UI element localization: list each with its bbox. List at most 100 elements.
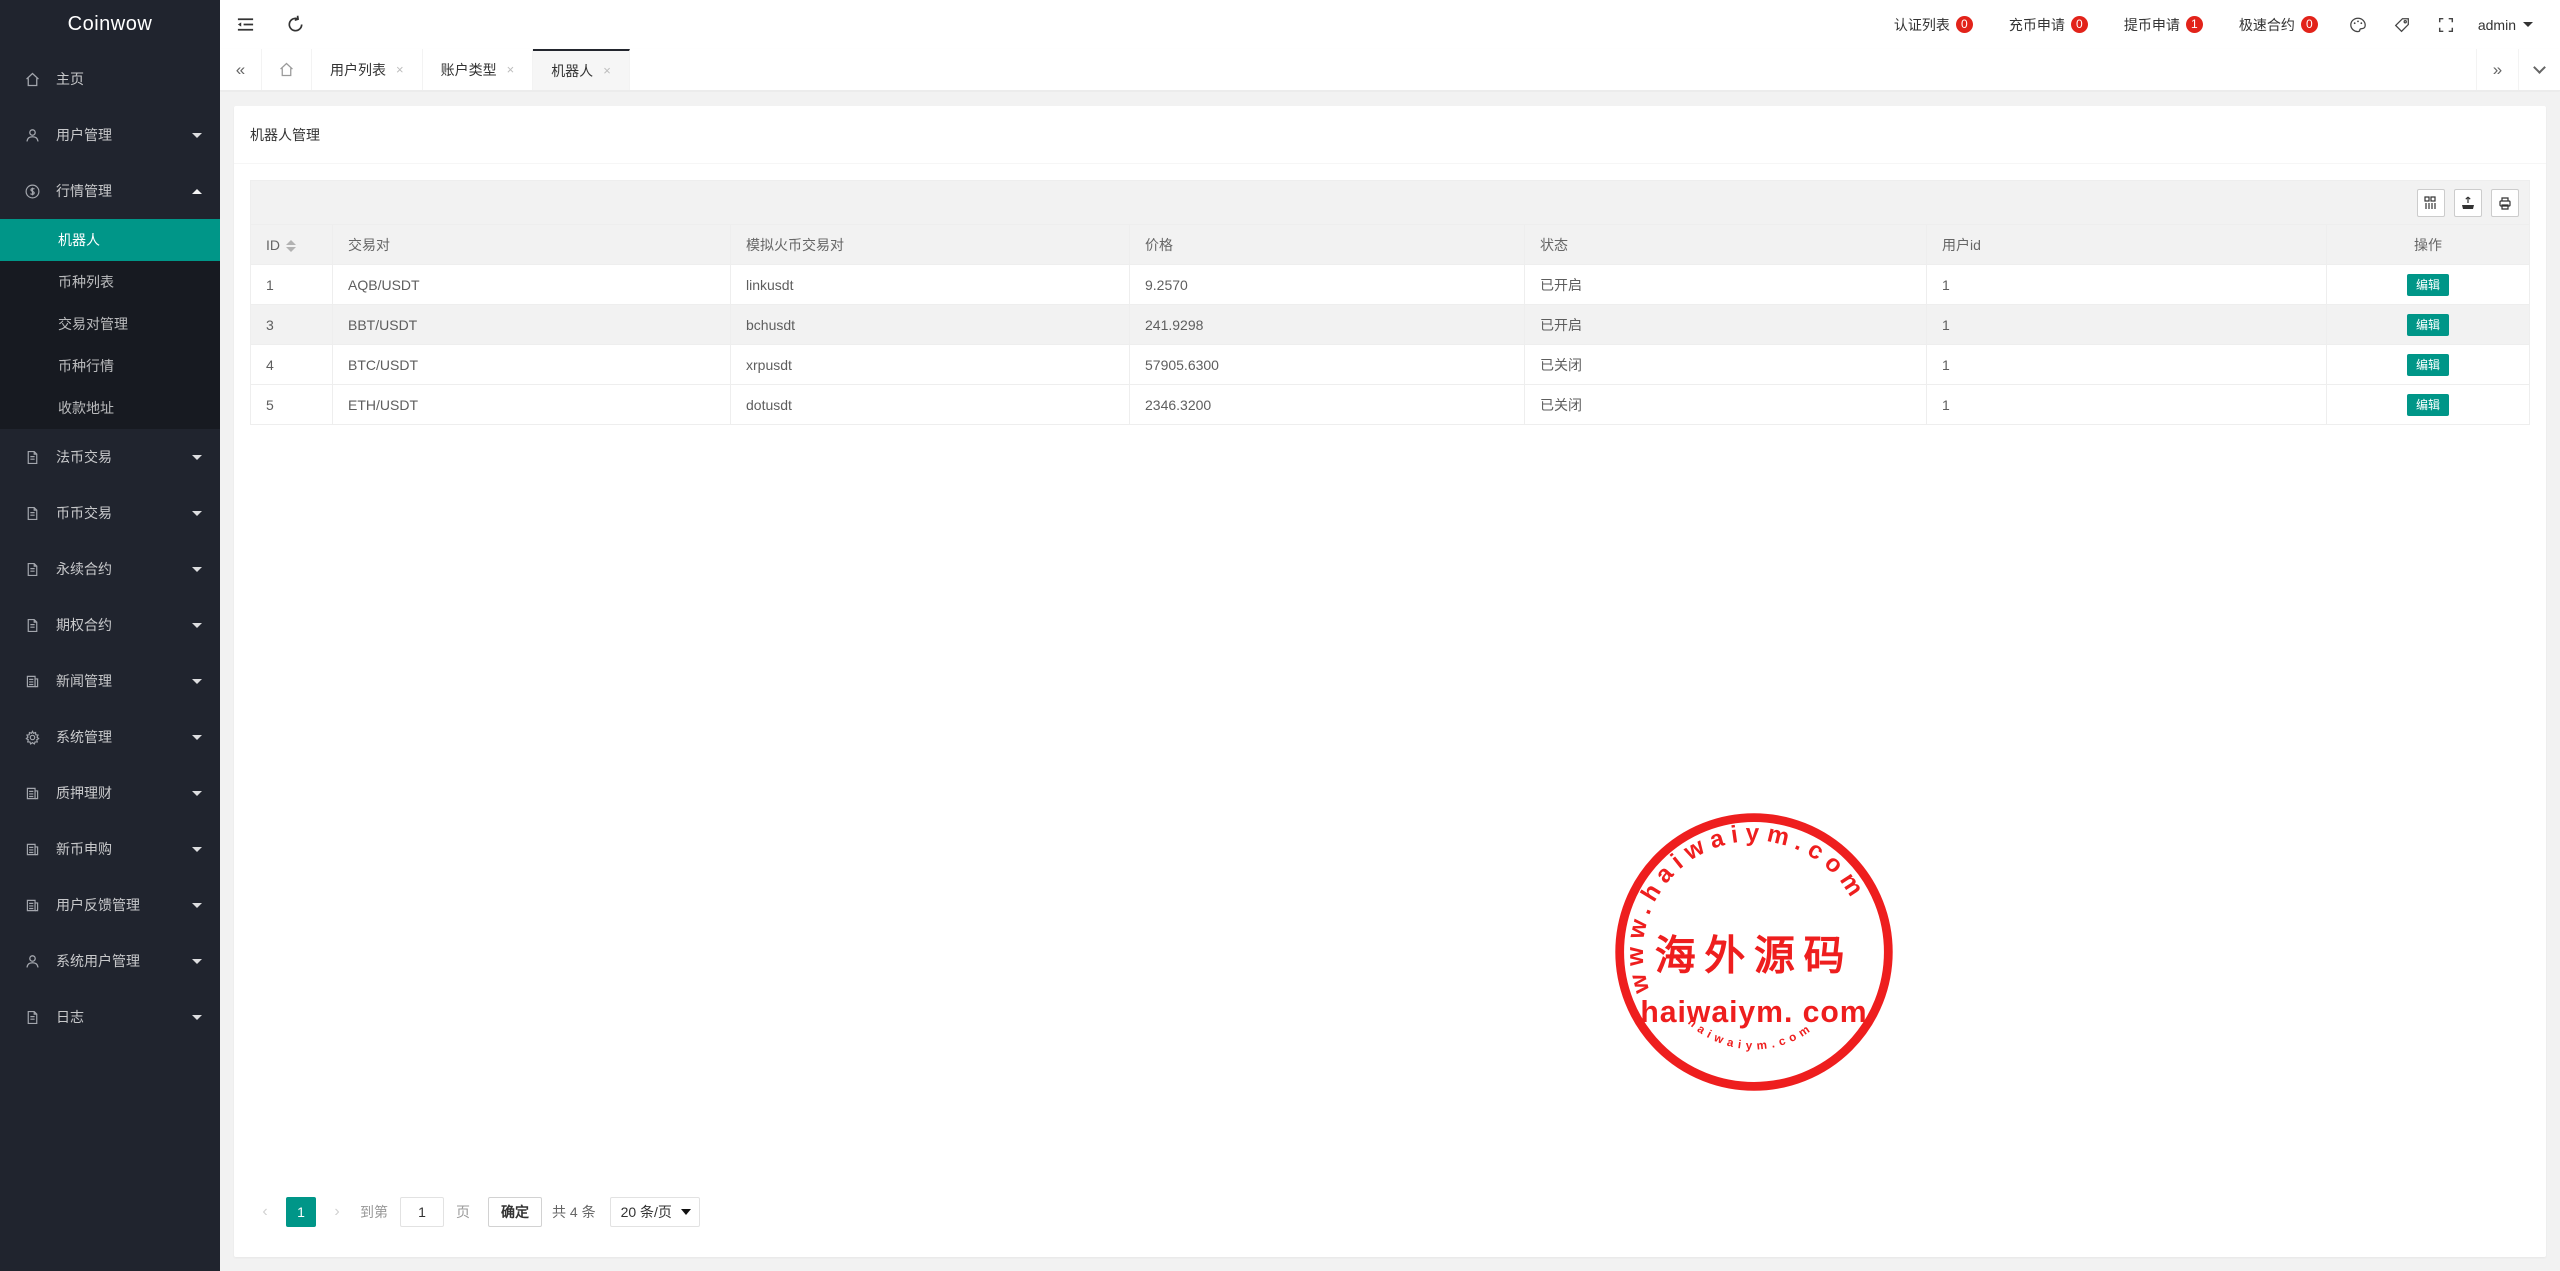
robot-management-card: 机器人管理 [234,106,2546,1257]
sidebar-item-perpetual[interactable]: 永续合约 [0,541,220,597]
sidebar-item-fiat-trade[interactable]: 法币交易 [0,429,220,485]
sidebar-item-system-users[interactable]: 系统用户管理 [0,933,220,989]
sidebar-item-receive-address[interactable]: 收款地址 [0,387,220,429]
content-area: 机器人管理 [220,92,2560,1271]
news-icon [22,783,42,803]
nav-label: 充币申请 [2009,15,2065,35]
tabs-menu-toggle[interactable] [2518,49,2560,90]
nav-label: 认证列表 [1894,15,1950,35]
home-tab[interactable] [262,49,312,90]
sidebar-item-new-coin[interactable]: 新币申购 [0,821,220,877]
col-actions: 操作 [2327,225,2530,265]
sidebar-item-market-mgmt[interactable]: 行情管理 [0,163,220,219]
current-page[interactable]: 1 [286,1197,316,1227]
badge-count: 0 [2071,16,2088,33]
chevron-down-icon [2523,22,2533,27]
cell-id: 1 [251,265,333,305]
cell-sim: linkusdt [731,265,1130,305]
chevron-down-icon [192,1015,202,1020]
cell-status: 已关闭 [1525,345,1927,385]
tabs-scroll-right[interactable]: » [2476,49,2518,90]
sidebar-item-label: 系统用户管理 [56,951,140,971]
sidebar-item-pair-mgmt[interactable]: 交易对管理 [0,303,220,345]
nav-auth-list[interactable]: 认证列表 0 [1876,0,1991,49]
prev-page-button[interactable]: ‹ [250,1197,280,1227]
edit-button[interactable]: 编辑 [2407,354,2449,376]
close-icon[interactable]: × [603,63,611,78]
nav-withdraw-requests[interactable]: 提币申请 1 [2106,0,2221,49]
sidebar-item-coin-list[interactable]: 币种列表 [0,261,220,303]
cell-sim: bchusdt [731,305,1130,345]
sidebar-item-robot[interactable]: 机器人 [0,219,220,261]
col-sim-pair: 模拟火币交易对 [731,225,1130,265]
fullscreen-icon[interactable] [2424,0,2468,49]
sort-icon[interactable] [286,240,296,252]
cell-uid: 1 [1927,385,2327,425]
sidebar-item-news[interactable]: 新闻管理 [0,653,220,709]
tab-label: 用户列表 [330,60,386,80]
cell-id: 3 [251,305,333,345]
cell-status: 已关闭 [1525,385,1927,425]
col-status: 状态 [1525,225,1927,265]
refresh-icon[interactable] [270,0,320,49]
edit-button[interactable]: 编辑 [2407,314,2449,336]
filter-columns-button[interactable] [2417,189,2445,217]
sidebar-item-label: 主页 [56,69,84,89]
sidebar-item-label: 日志 [56,1007,84,1027]
cell-pair: ETH/USDT [333,385,731,425]
close-icon[interactable]: × [507,62,515,77]
sidebar-item-label: 币币交易 [56,503,112,523]
document-icon [22,615,42,635]
col-id[interactable]: ID [251,225,333,265]
sidebar-item-label: 系统管理 [56,727,112,747]
edit-button[interactable]: 编辑 [2407,274,2449,296]
tabs-scroll-left[interactable]: « [220,49,262,90]
nav-label: 提币申请 [2124,15,2180,35]
edit-button[interactable]: 编辑 [2407,394,2449,416]
chevron-down-icon [192,847,202,852]
sidebar-item-pledge[interactable]: 质押理财 [0,765,220,821]
tab-account-type[interactable]: 账户类型 × [423,49,534,90]
user-icon [22,951,42,971]
sidebar-item-system[interactable]: 系统管理 [0,709,220,765]
page-size-select[interactable]: 20 条/页 [610,1197,700,1227]
export-button[interactable] [2454,189,2482,217]
sidebar: Coinwow 主页 用户管理 行情管理 机器人 币种列表 交易对管理 [0,0,220,1271]
table-row: 3 BBT/USDT bchusdt 241.9298 已开启 1 编辑 [251,305,2530,345]
nav-fast-contract[interactable]: 极速合约 0 [2221,0,2336,49]
next-page-button[interactable]: › [322,1197,352,1227]
sidebar-item-user-mgmt[interactable]: 用户管理 [0,107,220,163]
badge-count: 0 [2301,16,2318,33]
tab-robot[interactable]: 机器人 × [533,49,630,90]
table-header-row: ID 交易对 模拟火币交易对 价格 状态 用户id 操作 [251,225,2530,265]
cell-id: 4 [251,345,333,385]
cell-status: 已开启 [1525,305,1927,345]
chevron-up-icon [192,189,202,194]
tag-icon[interactable] [2380,0,2424,49]
close-icon[interactable]: × [396,62,404,77]
print-button[interactable] [2491,189,2519,217]
goto-label: 到第 [360,1202,388,1222]
document-icon [22,1007,42,1027]
sidebar-item-coin-quotes[interactable]: 币种行情 [0,345,220,387]
tab-label: 机器人 [551,61,593,81]
table-row: 1 AQB/USDT linkusdt 9.2570 已开启 1 编辑 [251,265,2530,305]
theme-palette-icon[interactable] [2336,0,2380,49]
sidebar-item-logs[interactable]: 日志 [0,989,220,1045]
page-number-input[interactable] [400,1197,444,1227]
collapse-sidebar-icon[interactable] [220,0,270,49]
tab-user-list[interactable]: 用户列表 × [312,49,423,90]
confirm-page-button[interactable]: 确定 [488,1197,542,1227]
sidebar-item-label: 质押理财 [56,783,112,803]
cell-pair: AQB/USDT [333,265,731,305]
document-icon [22,447,42,467]
sidebar-item-coin-trade[interactable]: 币币交易 [0,485,220,541]
sidebar-item-feedback[interactable]: 用户反馈管理 [0,877,220,933]
admin-menu[interactable]: admin [2468,0,2545,49]
nav-deposit-requests[interactable]: 充币申请 0 [1991,0,2106,49]
sidebar-item-label: 法币交易 [56,447,112,467]
chevron-down-icon [192,735,202,740]
sidebar-item-home[interactable]: 主页 [0,51,220,107]
col-pair: 交易对 [333,225,731,265]
sidebar-item-options[interactable]: 期权合约 [0,597,220,653]
